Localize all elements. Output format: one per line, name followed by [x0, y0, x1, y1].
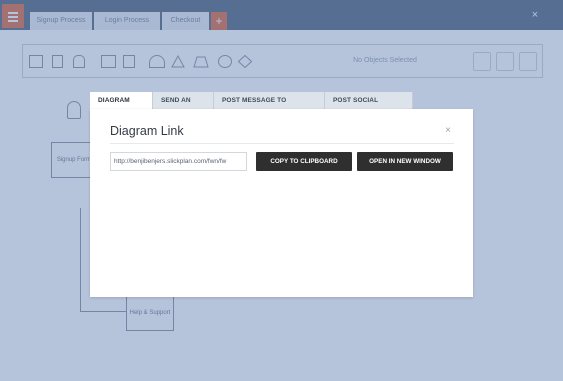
- copy-to-clipboard-button[interactable]: COPY TO CLIPBOARD: [256, 152, 352, 171]
- modal-divider: [110, 143, 454, 144]
- modal-tab-bar: DIAGRAM LINK SEND AN EMAIL POST MESSAGE …: [90, 92, 413, 122]
- tab-post-social[interactable]: POST SOCIAL NETWORKS: [325, 92, 413, 122]
- diagram-link-field[interactable]: [110, 152, 247, 171]
- tab-diagram-link[interactable]: DIAGRAM LINK: [90, 92, 153, 122]
- tab-post-basecamp[interactable]: POST MESSAGE TO BASECAMP: [214, 92, 325, 122]
- modal-title: Diagram Link: [110, 124, 184, 138]
- diagram-link-modal: Diagram Link × COPY TO CLIPBOARD OPEN IN…: [90, 109, 473, 297]
- open-in-new-window-button[interactable]: OPEN IN NEW WINDOW: [357, 152, 453, 171]
- tab-send-email[interactable]: SEND AN EMAIL: [153, 92, 214, 122]
- close-icon[interactable]: ×: [442, 125, 454, 137]
